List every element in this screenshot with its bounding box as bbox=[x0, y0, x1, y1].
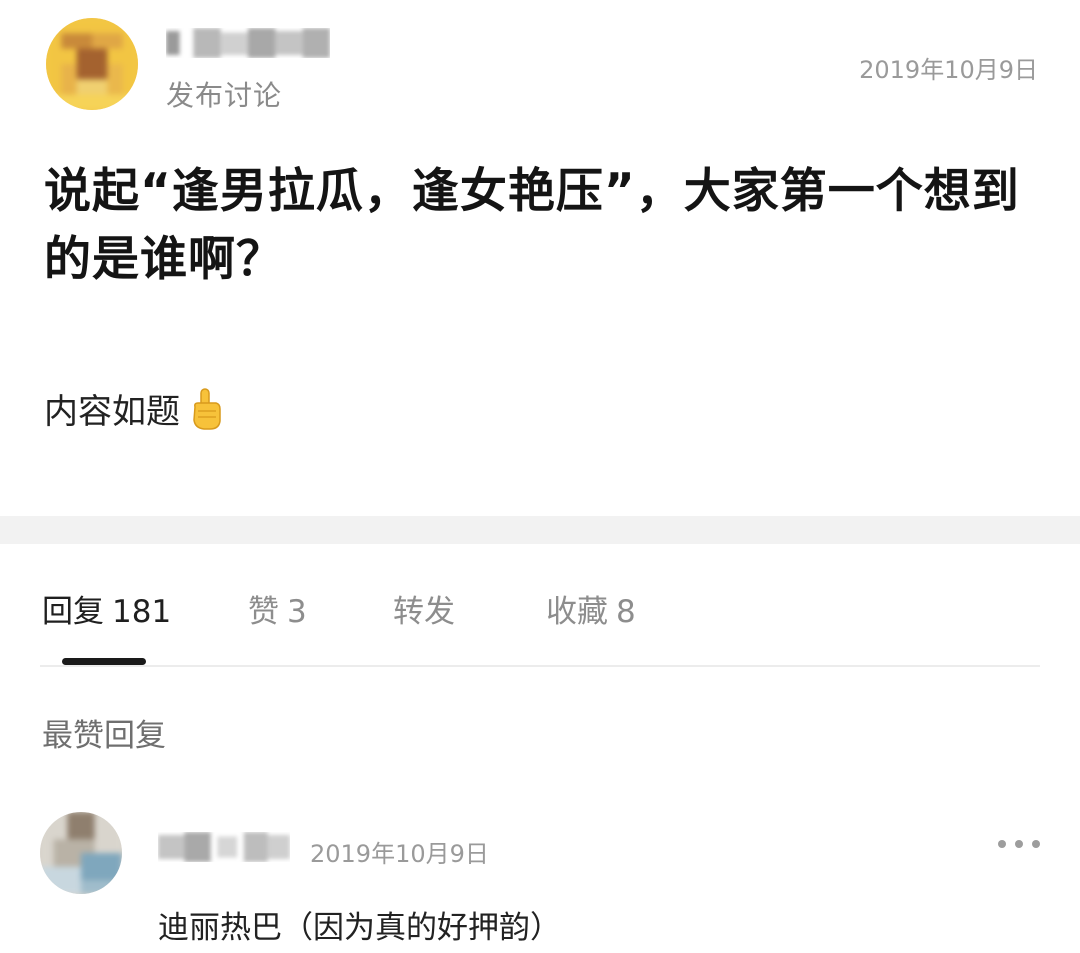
post-date: 2019年10月9日 bbox=[859, 56, 1038, 84]
active-tab-indicator bbox=[62, 658, 146, 665]
post-title: 说起“逢男拉瓜，逢女艳压”，大家第一个想到的是谁啊？ bbox=[44, 164, 1020, 287]
commenter-name-redacted[interactable] bbox=[158, 832, 290, 862]
more-dot-icon bbox=[1015, 840, 1023, 848]
author-avatar[interactable] bbox=[46, 18, 138, 110]
author-name-redacted[interactable] bbox=[166, 28, 330, 58]
tab-replies-label: 回复 bbox=[42, 594, 104, 630]
commenter-name-mosaic bbox=[158, 832, 290, 862]
pointing-up-icon bbox=[193, 387, 221, 430]
post-header: 发布讨论 2019年10月9日 bbox=[0, 0, 1080, 130]
more-dot-icon bbox=[1032, 840, 1040, 848]
tab-reposts[interactable]: 转发 bbox=[393, 586, 455, 631]
more-options-button[interactable] bbox=[998, 836, 1040, 852]
more-dot-icon bbox=[998, 840, 1006, 848]
commenter-avatar-pixelated-image bbox=[40, 812, 122, 894]
comment-date: 2019年10月9日 bbox=[310, 840, 489, 868]
tab-favorites[interactable]: 收藏 8 bbox=[546, 586, 636, 631]
comment-item: 2019年10月9日 迪丽热巴（因为真的好押韵） bbox=[0, 806, 1080, 953]
tab-replies-count: 181 bbox=[112, 594, 172, 630]
tab-bar-divider bbox=[40, 665, 1040, 667]
tab-replies[interactable]: 回复 181 bbox=[42, 586, 171, 631]
commenter-avatar[interactable] bbox=[40, 812, 122, 894]
tab-bar: 回复 181 赞3 转发 收藏 8 bbox=[0, 544, 1080, 668]
post-action-label: 发布讨论 bbox=[166, 79, 283, 112]
tab-likes-label: 赞 bbox=[248, 594, 279, 630]
post-body-text: 内容如题 bbox=[44, 392, 180, 432]
tab-likes[interactable]: 赞3 bbox=[248, 586, 307, 631]
tab-reposts-label: 转发 bbox=[393, 594, 455, 630]
tab-favorites-label: 收藏 bbox=[546, 594, 608, 630]
comment-text: 迪丽热巴（因为真的好押韵） bbox=[158, 910, 561, 946]
tab-likes-count: 3 bbox=[287, 594, 307, 630]
author-avatar-pixelated-image bbox=[46, 18, 138, 110]
author-name-mosaic bbox=[166, 28, 330, 58]
hot-replies-heading: 最赞回复 bbox=[42, 718, 166, 754]
post-body: 内容如题 bbox=[44, 384, 226, 433]
section-separator bbox=[0, 516, 1080, 544]
tab-favorites-count: 8 bbox=[616, 594, 636, 630]
